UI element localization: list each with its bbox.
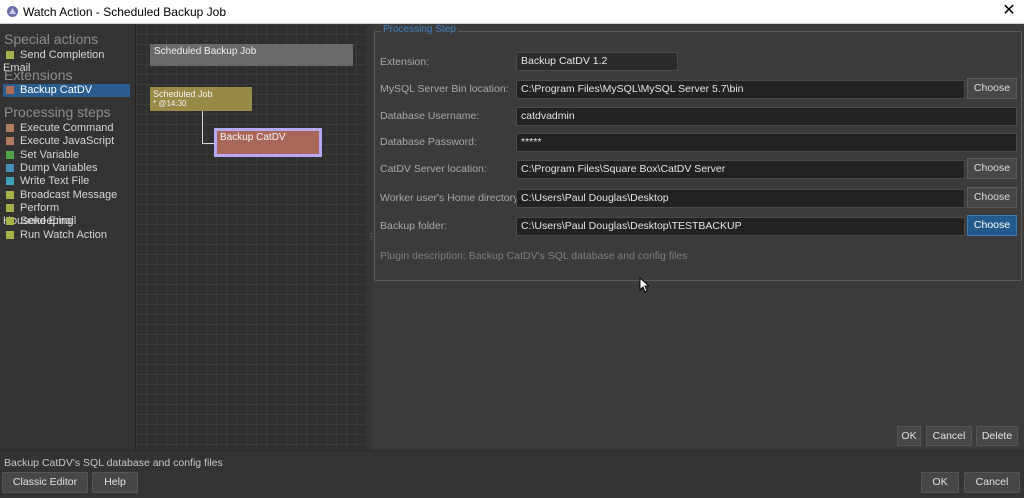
step-color-swatch [6, 231, 14, 239]
step-color-swatch [6, 204, 14, 212]
ok-button[interactable]: OK [921, 472, 959, 493]
step-color-swatch [6, 217, 14, 225]
step-color-swatch [6, 151, 14, 159]
backup-catdv-node[interactable]: Backup CatDV [214, 128, 322, 157]
mysql-bin-choose-button[interactable]: Choose [967, 78, 1017, 99]
catdv-server-location-input[interactable]: C:\Program Files\Square Box\CatDV Server [516, 160, 965, 179]
cancel-button[interactable]: Cancel [964, 472, 1020, 493]
help-button[interactable]: Help [92, 472, 138, 493]
home-directory-choose-button[interactable]: Choose [967, 187, 1017, 208]
mysql-bin-location-label: MySQL Server Bin location: [380, 83, 509, 95]
step-color-swatch [6, 164, 14, 172]
step-color-swatch [6, 124, 14, 132]
step-color-swatch [6, 191, 14, 199]
workflow-canvas[interactable]: Scheduled Backup Job Scheduled Job * @14… [136, 24, 365, 450]
step-palette-sidebar: Special actions Send Completion Email Ex… [0, 24, 136, 450]
sidebar-item-run-watch-action[interactable]: Run Watch Action [3, 229, 130, 242]
catdv-server-choose-button[interactable]: Choose [967, 158, 1017, 179]
sidebar-item-write-text-file[interactable]: Write Text File [3, 175, 130, 188]
database-username-label: Database Username: [380, 110, 480, 122]
special-actions-heading: Special actions [4, 31, 99, 47]
database-password-input[interactable]: ***** [516, 133, 1017, 152]
classic-editor-button[interactable]: Classic Editor [2, 472, 88, 493]
window-title: Watch Action - Scheduled Backup Job [23, 5, 227, 19]
sidebar-item-set-variable[interactable]: Set Variable [3, 149, 130, 162]
backup-folder-input[interactable]: C:\Users\Paul Douglas\Desktop\TESTBACKUP [516, 217, 965, 236]
status-bar: Backup CatDV's SQL database and config f… [0, 450, 1024, 498]
mouse-cursor-icon [639, 277, 649, 293]
step-color-swatch [6, 177, 14, 185]
processing-steps-heading: Processing steps [4, 104, 111, 120]
job-node[interactable]: Scheduled Backup Job [150, 44, 353, 66]
status-text: Backup CatDV's SQL database and config f… [4, 457, 223, 469]
extension-label: Extension: [380, 56, 430, 68]
sidebar-item-backup-catdv[interactable]: Backup CatDV [3, 84, 130, 97]
catdv-server-location-label: CatDV Server location: [380, 163, 487, 175]
group-title: Processing Step [381, 24, 458, 35]
database-username-input[interactable]: catdvadmin [516, 107, 1017, 126]
app-icon [7, 6, 18, 17]
step-ok-button[interactable]: OK [897, 426, 921, 446]
sidebar-item-execute-command[interactable]: Execute Command [3, 122, 130, 135]
home-directory-label: Worker user's Home directory: [380, 192, 522, 204]
step-color-swatch [6, 137, 14, 145]
step-cancel-button[interactable]: Cancel [926, 426, 972, 446]
sidebar-item-send-completion-email[interactable]: Send Completion Email [3, 49, 130, 74]
step-color-swatch [6, 51, 14, 59]
step-color-swatch [6, 86, 14, 94]
step-delete-button[interactable]: Delete [976, 426, 1018, 446]
schedule-node-label: Scheduled Job [153, 89, 213, 99]
schedule-node[interactable]: Scheduled Job * @14:30 [150, 87, 252, 111]
node-connector [202, 111, 203, 144]
extension-field: Backup CatDV 1.2 [516, 52, 678, 71]
close-icon[interactable]: ✕ [1000, 2, 1018, 20]
schedule-node-time: * @14:30 [153, 99, 187, 108]
extensions-heading: Extensions [4, 67, 73, 83]
plugin-description: Plugin description: Backup CatDV's SQL d… [380, 250, 688, 262]
sidebar-item-dump-variables[interactable]: Dump Variables [3, 162, 130, 175]
backup-folder-choose-button[interactable]: Choose [967, 215, 1017, 236]
processing-step-group: Processing Step Extension: Backup CatDV … [374, 24, 1022, 293]
home-directory-input[interactable]: C:\Users\Paul Douglas\Desktop [516, 189, 965, 208]
sidebar-item-broadcast-message[interactable]: Broadcast Message [3, 189, 130, 202]
sidebar-item-execute-javascript[interactable]: Execute JavaScript [3, 135, 130, 148]
sidebar-item-send-email[interactable]: Send Email [3, 215, 130, 228]
title-bar: Watch Action - Scheduled Backup Job ✕ [0, 0, 1024, 24]
mysql-bin-location-input[interactable]: C:\Program Files\MySQL\MySQL Server 5.7\… [516, 80, 965, 99]
processing-step-panel: Processing Step Extension: Backup CatDV … [372, 24, 1024, 450]
splitter-handle[interactable]: ⋮ [365, 24, 375, 450]
backup-folder-label: Backup folder: [380, 220, 448, 232]
database-password-label: Database Password: [380, 136, 477, 148]
sidebar-item-perform-housekeeping[interactable]: Perform Housekeeping [3, 202, 130, 227]
